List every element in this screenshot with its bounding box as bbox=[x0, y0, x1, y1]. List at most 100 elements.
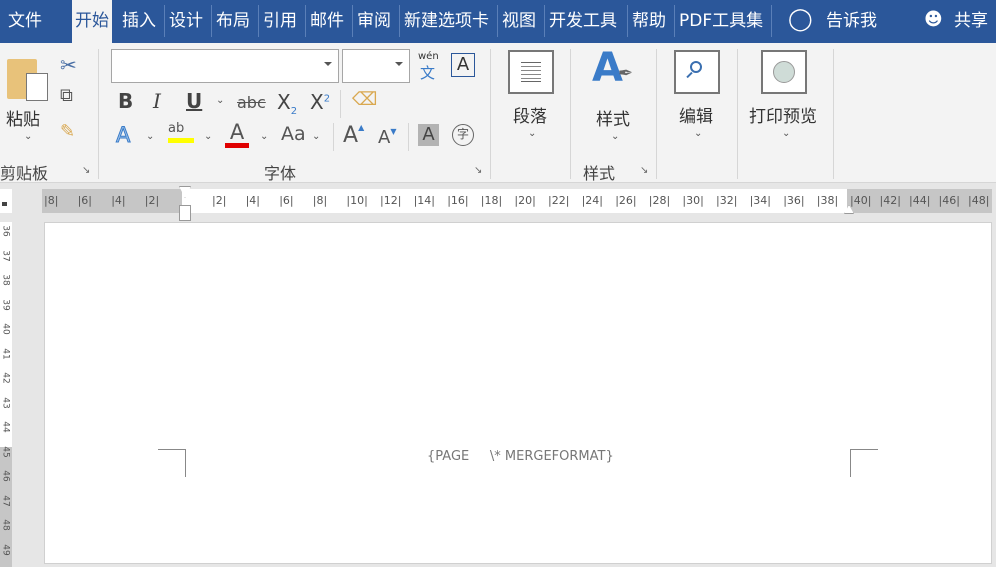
styles-button[interactable]: A ✒ 样式 ⌄ bbox=[590, 45, 640, 144]
share-button[interactable]: 共享 bbox=[950, 0, 992, 43]
print-preview-button[interactable]: 打印预览 ⌄ bbox=[748, 50, 824, 140]
vruler-tick-label: 36 bbox=[0, 225, 11, 237]
font-color-label: A bbox=[229, 120, 245, 144]
divider bbox=[737, 49, 738, 179]
tab-developer[interactable]: 开发工具 bbox=[544, 5, 621, 37]
text-effects-button[interactable]: A bbox=[115, 123, 130, 148]
tab-review[interactable]: 审阅 bbox=[352, 5, 395, 37]
underline-button[interactable]: U bbox=[186, 89, 202, 113]
dialog-launcher-icon[interactable]: ↘ bbox=[82, 165, 90, 176]
document-page[interactable] bbox=[44, 222, 992, 564]
divider bbox=[408, 123, 409, 151]
character-shading-button[interactable]: A bbox=[418, 124, 439, 146]
font-size-select[interactable] bbox=[342, 49, 410, 83]
chevron-down-icon[interactable]: ⌄ bbox=[204, 131, 212, 142]
tab-file[interactable]: 文件 bbox=[4, 0, 46, 43]
chevron-down-icon[interactable]: ⌄ bbox=[260, 131, 268, 142]
tab-references[interactable]: 引用 bbox=[258, 5, 301, 37]
clear-formatting-icon[interactable]: ⌫ bbox=[352, 89, 377, 110]
chevron-down-icon[interactable]: ⌄ bbox=[312, 131, 320, 142]
vruler-tick-label: 45 bbox=[0, 445, 11, 458]
change-case-button[interactable]: Aa bbox=[281, 123, 306, 145]
bold-button[interactable]: B bbox=[118, 89, 133, 113]
vruler-tick-label: 41 bbox=[0, 347, 11, 360]
divider bbox=[490, 49, 491, 179]
ruler-tick-label: |34| bbox=[749, 194, 772, 207]
tab-selector[interactable] bbox=[0, 189, 12, 213]
character-border-button[interactable]: A bbox=[451, 53, 475, 77]
ruler-tick-label: |4| bbox=[245, 194, 261, 207]
enclose-characters-button[interactable]: 字 bbox=[452, 124, 474, 146]
ruler-tick-label: |4| bbox=[111, 194, 126, 207]
copy-icon[interactable]: ⧉ bbox=[60, 85, 73, 106]
grow-font-label: A bbox=[343, 123, 359, 148]
superscript-button[interactable]: X2 bbox=[310, 90, 330, 114]
vruler-tick-label: 48 bbox=[0, 519, 11, 531]
tab-design[interactable]: 设计 bbox=[164, 5, 207, 37]
ruler-tick-label: |8| bbox=[44, 194, 59, 207]
dropdown-arrow-icon bbox=[324, 62, 332, 66]
ruler-tick-label: |48| bbox=[968, 194, 990, 207]
cut-icon[interactable]: ✂ bbox=[60, 53, 77, 77]
chevron-down-icon[interactable]: ⌄ bbox=[146, 131, 154, 142]
subscript-label: X bbox=[277, 90, 291, 114]
tab-view[interactable]: 视图 bbox=[497, 5, 540, 37]
tab-insert[interactable]: 插入 bbox=[118, 0, 160, 43]
tell-me-search[interactable]: 告诉我 bbox=[822, 0, 881, 43]
chevron-down-icon: ⌄ bbox=[24, 131, 33, 142]
ruler-tick-label: |20| bbox=[514, 194, 536, 207]
ruler-tick-label: |38| bbox=[816, 194, 839, 207]
vruler-tick-label: 43 bbox=[0, 396, 11, 409]
paragraph-label: 段落 bbox=[513, 107, 547, 127]
print-preview-label: 打印预览 bbox=[749, 107, 817, 127]
ruler-tick-label: |6| bbox=[77, 194, 93, 207]
subscript-button[interactable]: X2 bbox=[277, 90, 297, 117]
ruler-tick-label: |42| bbox=[879, 194, 901, 207]
chevron-down-icon: ⌄ bbox=[782, 128, 791, 139]
vruler-tick-label: 49 bbox=[0, 543, 11, 556]
horizontal-ruler[interactable]: |8| |6| |4| |2| |2| |4| |6| |8| |10| |12| |14| |16|… bbox=[42, 186, 992, 221]
page-number-field[interactable]: {PAGE \* MERGEFORMAT} bbox=[427, 449, 614, 464]
vruler-tick-label: 39 bbox=[0, 298, 11, 311]
format-painter-icon[interactable]: ✎ bbox=[60, 121, 75, 142]
dialog-launcher-icon[interactable]: ↘ bbox=[474, 165, 482, 176]
tab-help[interactable]: 帮助 bbox=[627, 5, 670, 37]
dialog-launcher-icon[interactable]: ↘ bbox=[640, 165, 648, 176]
divider bbox=[570, 49, 571, 179]
ribbon-tab-bar: 文件 开始 插入 设计 布局 引用 邮件 审阅 新建选项卡 视图 开发工具 帮助… bbox=[0, 0, 996, 43]
vertical-ruler[interactable]: 36 37 38 39 40 41 42 43 44 45 46 47 48 49 bbox=[0, 222, 12, 567]
paragraph-button[interactable]: 段落 ⌄ bbox=[508, 50, 558, 140]
editing-button[interactable]: 编辑 ⌄ bbox=[674, 50, 724, 140]
left-indent-marker[interactable] bbox=[179, 205, 191, 221]
ruler-tick-label: |14| bbox=[413, 194, 436, 207]
phonetic-top: wén bbox=[418, 51, 439, 62]
phonetic-bottom: 文 bbox=[420, 64, 436, 82]
tab-new-tab[interactable]: 新建选项卡 bbox=[399, 5, 493, 37]
tab-mailings[interactable]: 邮件 bbox=[305, 5, 348, 37]
paragraph-icon bbox=[508, 50, 554, 94]
tab-pdf-tools[interactable]: PDF工具集 bbox=[674, 5, 767, 37]
paste-button[interactable]: 粘贴 ⌄ bbox=[4, 55, 50, 145]
ruler-tick-label: |2| bbox=[144, 194, 160, 207]
shrink-font-button[interactable]: A▼ bbox=[378, 127, 396, 148]
ruler-tick-label: |36| bbox=[783, 194, 805, 207]
strikethrough-button[interactable]: abc bbox=[237, 93, 266, 112]
shrink-font-label: A bbox=[378, 127, 391, 148]
tab-home[interactable]: 开始 bbox=[72, 0, 112, 43]
chevron-down-icon: ⌄ bbox=[694, 128, 703, 139]
ruler-tick-label: |44| bbox=[909, 194, 931, 207]
divider bbox=[333, 123, 334, 151]
grow-font-button[interactable]: A▲ bbox=[343, 123, 364, 148]
italic-button[interactable]: I bbox=[153, 89, 161, 113]
font-group-label: 字体 bbox=[264, 164, 297, 183]
font-color-button[interactable]: A bbox=[225, 121, 249, 148]
highlight-color-button[interactable]: ab bbox=[168, 121, 194, 143]
vruler-tick-label: 40 bbox=[0, 323, 11, 335]
ruler-tick-label: |32| bbox=[716, 194, 738, 207]
chevron-down-icon[interactable]: ⌄ bbox=[216, 95, 224, 106]
ruler-tick-label: |6| bbox=[279, 194, 294, 207]
phonetic-guide-button[interactable]: wén 文 bbox=[418, 51, 439, 83]
crop-mark-right bbox=[850, 449, 878, 477]
font-name-select[interactable] bbox=[111, 49, 339, 83]
tab-layout[interactable]: 布局 bbox=[211, 5, 254, 37]
